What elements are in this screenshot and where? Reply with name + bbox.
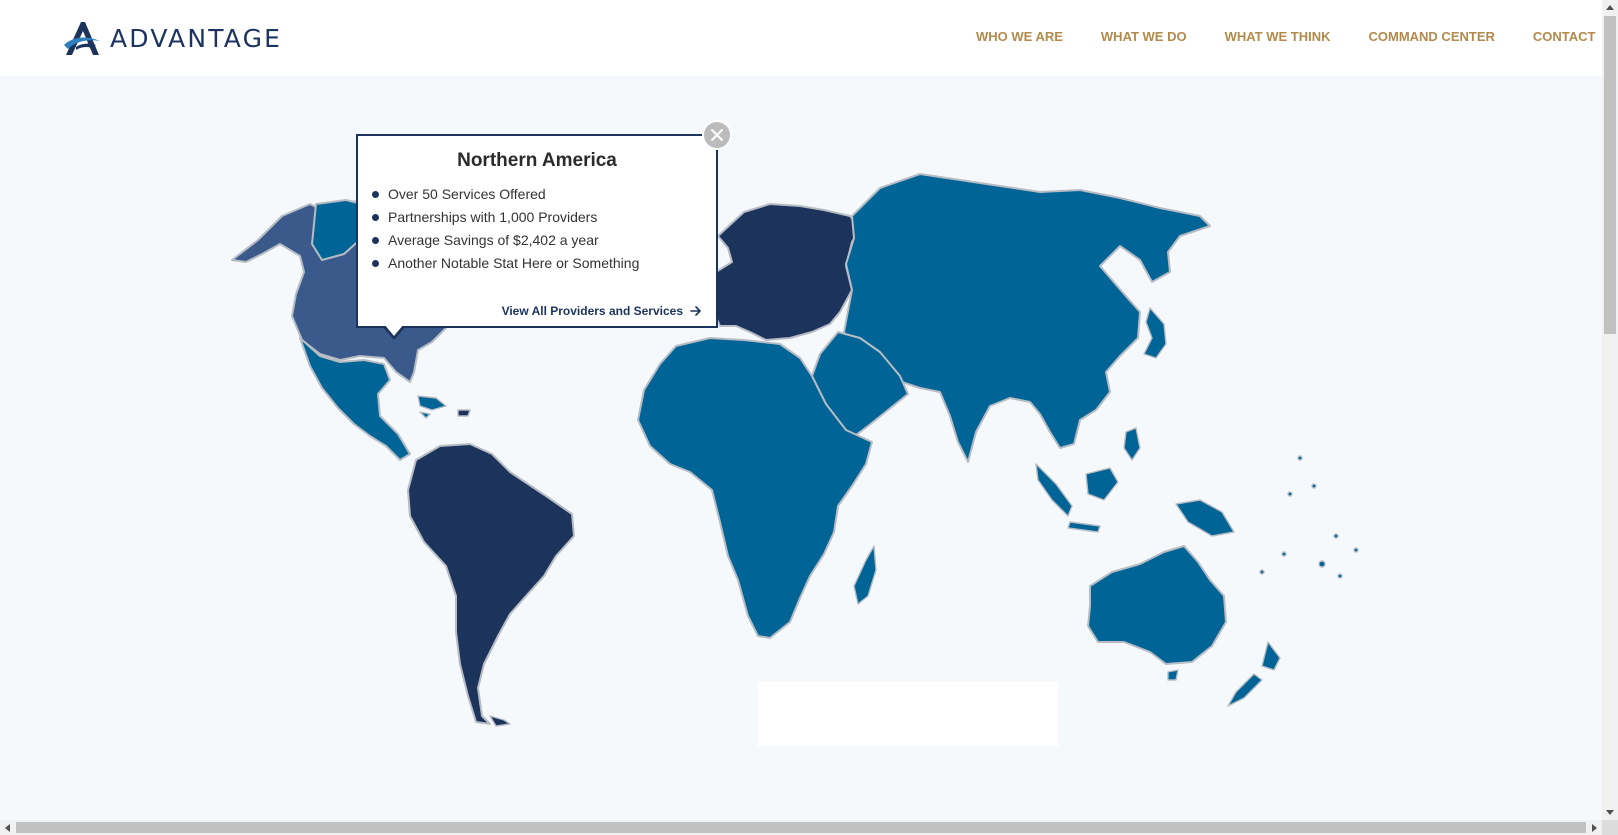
vertical-scrollbar[interactable] (1602, 0, 1618, 820)
view-providers-link[interactable]: View All Providers and Services (502, 304, 702, 318)
region-stat-item: Another Notable Stat Here or Something (372, 255, 639, 278)
horizontal-scroll-thumb[interactable] (16, 822, 1586, 833)
pacific-island (1311, 483, 1317, 489)
popup-pointer (382, 324, 406, 340)
tasmania (1167, 669, 1179, 681)
browser-viewport: ADVANTAGE WHO WE ARE WHAT WE DO WHAT WE … (0, 0, 1602, 820)
region-south-america[interactable] (407, 443, 575, 725)
pacific-island (1297, 455, 1303, 461)
main-navigation: WHO WE ARE WHAT WE DO WHAT WE THINK COMM… (976, 29, 1595, 44)
scroll-down-arrow-icon[interactable] (1606, 810, 1614, 815)
nav-what-we-do[interactable]: WHAT WE DO (1101, 29, 1187, 44)
pacific-island (1281, 551, 1287, 557)
region-caribbean[interactable] (417, 395, 447, 411)
nav-who-we-are[interactable]: WHO WE ARE (976, 29, 1063, 44)
region-stat-item: Over 50 Services Offered (372, 186, 639, 209)
new-zealand-south (1227, 673, 1263, 707)
horizontal-scrollbar[interactable] (0, 820, 1602, 835)
region-stat-item: Average Savings of $2,402 a year (372, 232, 639, 255)
region-stats-list: Over 50 Services Offered Partnerships wi… (372, 186, 639, 278)
scroll-up-arrow-icon[interactable] (1606, 5, 1614, 10)
scroll-right-arrow-icon[interactable] (1592, 824, 1597, 832)
view-providers-label: View All Providers and Services (501, 304, 683, 318)
map-overlay-panel (758, 682, 1058, 746)
java (1067, 521, 1101, 533)
caribbean-island (419, 411, 431, 419)
pacific-island (1333, 533, 1339, 539)
sumatra (1035, 463, 1073, 517)
pacific-island (1259, 569, 1265, 575)
new-guinea (1175, 499, 1235, 537)
region-popup: Northern America Over 50 Services Offere… (356, 134, 718, 340)
close-icon (711, 129, 723, 141)
region-europe[interactable] (703, 203, 861, 341)
arrow-right-icon (690, 306, 701, 316)
vertical-scroll-thumb[interactable] (1604, 16, 1616, 334)
nav-what-we-think[interactable]: WHAT WE THINK (1225, 29, 1331, 44)
scroll-left-arrow-icon[interactable] (5, 824, 10, 832)
madagascar (853, 545, 877, 605)
pacific-island (1287, 491, 1293, 497)
scrollbar-corner (1602, 820, 1618, 835)
caribbean-island (457, 409, 471, 417)
philippines (1123, 427, 1141, 461)
popup-title: Northern America (457, 150, 617, 171)
stylized-a-logo-icon (64, 22, 100, 55)
world-map-section (0, 76, 1602, 820)
pacific-island (1337, 573, 1343, 579)
brand-name: ADVANTAGE (110, 23, 283, 53)
site-header: ADVANTAGE WHO WE ARE WHAT WE DO WHAT WE … (0, 0, 1602, 76)
region-oceania[interactable] (1087, 545, 1227, 665)
site-logo[interactable]: ADVANTAGE (62, 18, 282, 58)
nav-contact[interactable]: CONTACT (1533, 29, 1596, 44)
new-zealand (1261, 641, 1281, 671)
pacific-island (1353, 547, 1359, 553)
tierra-del-fuego (489, 715, 511, 727)
borneo (1085, 467, 1119, 501)
region-stat-item: Partnerships with 1,000 Providers (372, 209, 639, 232)
popup-close-button[interactable] (702, 120, 732, 150)
nav-command-center[interactable]: COMMAND CENTER (1369, 29, 1495, 44)
region-japan (1143, 307, 1167, 359)
pacific-island (1318, 560, 1326, 568)
